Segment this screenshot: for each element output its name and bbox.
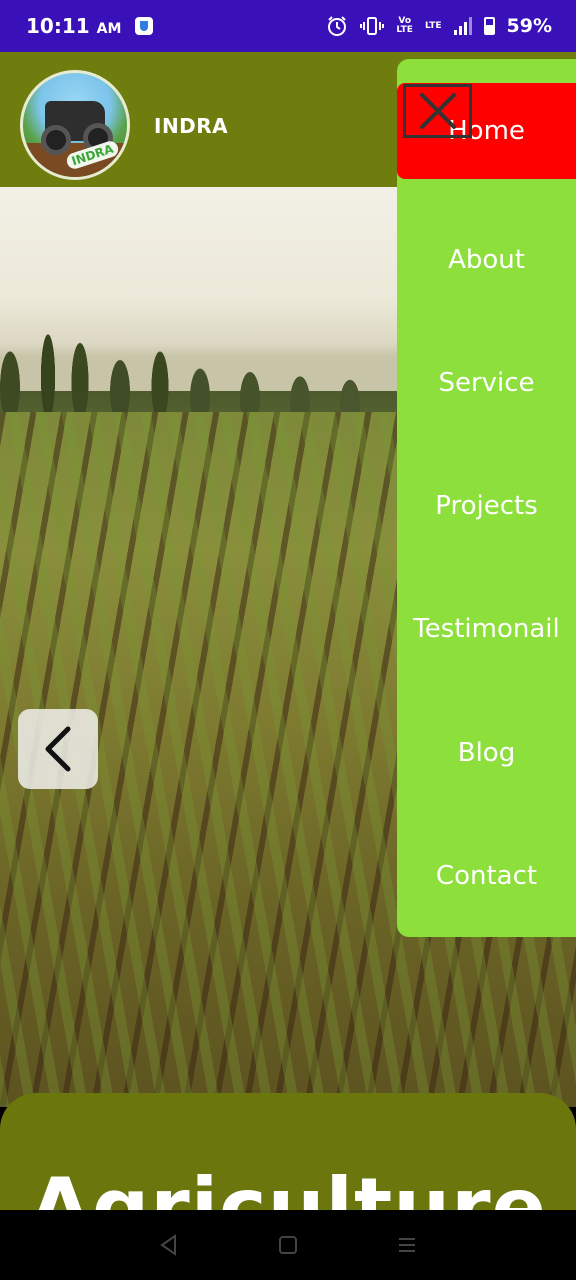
battery-icon xyxy=(483,17,495,35)
status-left: 10:11 AM xyxy=(26,14,154,38)
battery-percent: 59% xyxy=(506,15,552,37)
menu-item-contact[interactable]: Contact xyxy=(397,861,576,891)
status-right: Vo LTE LTE 59% xyxy=(326,15,552,37)
menu-item-service[interactable]: Service xyxy=(397,368,576,398)
vibrate-icon xyxy=(360,17,385,35)
back-nav-icon[interactable] xyxy=(158,1234,180,1256)
lte-label: LTE xyxy=(424,20,442,31)
menu-item-blog[interactable]: Blog xyxy=(397,738,576,768)
status-bar: 10:11 AM Vo LTE LTE 59% xyxy=(0,0,576,52)
home-nav-icon[interactable] xyxy=(277,1234,299,1256)
carousel-prev-button[interactable] xyxy=(18,709,98,789)
logo[interactable]: INDRA xyxy=(20,70,130,180)
chevron-left-icon xyxy=(45,726,71,772)
hero-banner: Agriculture xyxy=(0,1093,576,1213)
system-nav-bar xyxy=(0,1210,576,1280)
menu-close-button[interactable] xyxy=(403,84,472,138)
shield-icon xyxy=(135,17,154,35)
menu-item-testimonail[interactable]: Testimonail xyxy=(397,614,576,644)
time-value: 10:11 xyxy=(26,14,90,38)
menu-item-projects[interactable]: Projects xyxy=(397,491,576,521)
alarm-icon xyxy=(328,16,347,36)
signal-icon xyxy=(453,17,472,35)
brand-name[interactable]: INDRA xyxy=(154,114,228,138)
close-icon xyxy=(419,93,456,129)
tractor-wheel-icon xyxy=(41,125,71,155)
time-ampm: AM xyxy=(96,21,122,37)
recents-nav-icon[interactable] xyxy=(396,1234,418,1256)
volte-label: Vo LTE xyxy=(396,16,413,35)
menu-item-about[interactable]: About xyxy=(397,245,576,275)
status-time: 10:11 AM xyxy=(26,14,121,38)
hero-title: Agriculture xyxy=(29,1161,547,1213)
side-menu: Home About Service Projects Testimonail … xyxy=(397,59,576,937)
